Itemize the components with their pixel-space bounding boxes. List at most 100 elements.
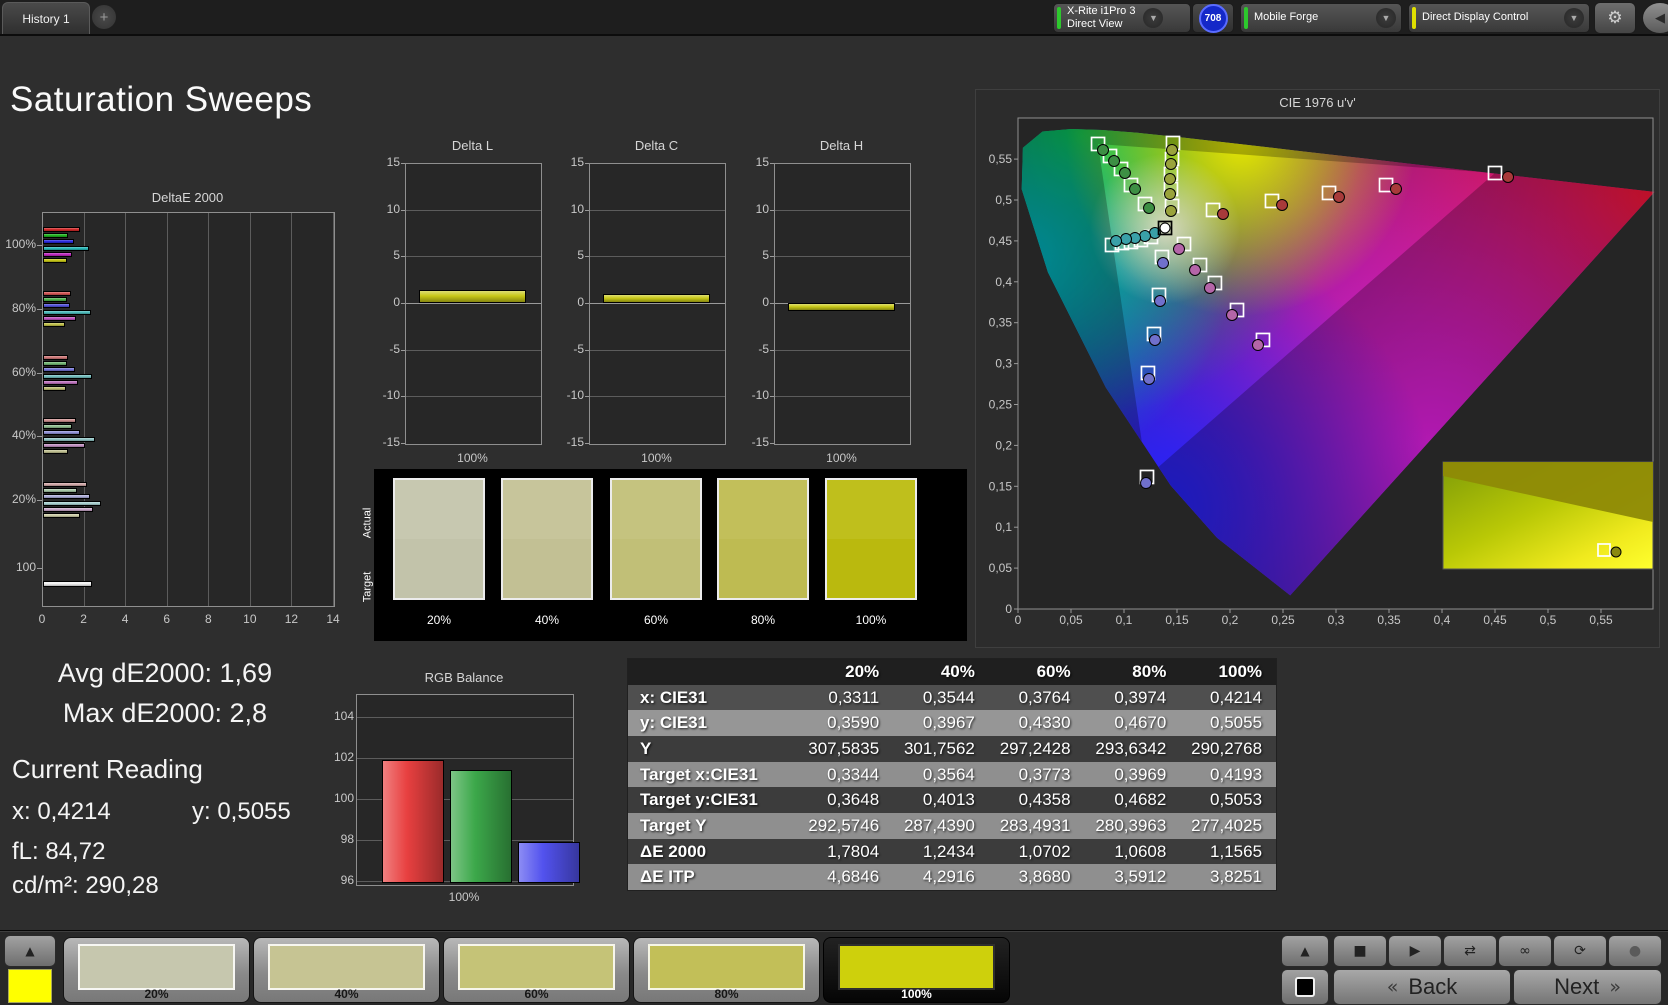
table-cell: 1,7804 bbox=[797, 842, 893, 862]
meter-dropdown[interactable]: X-Rite i1Pro 3 Direct View ▼ bbox=[1053, 3, 1191, 33]
gridline bbox=[590, 210, 725, 211]
de-bar-yellow bbox=[43, 258, 67, 263]
rgb-balance-chart: RGB Balance1041021009896100% bbox=[340, 668, 580, 900]
patch-list-up-button[interactable]: ▲ bbox=[4, 935, 56, 967]
actual-swatch bbox=[827, 480, 915, 539]
cyan-measured-marker bbox=[1111, 235, 1122, 246]
target-axis-label: Target bbox=[361, 572, 373, 603]
de-bar-yellow bbox=[43, 322, 65, 327]
double-chevron-left-icon: « bbox=[1387, 976, 1399, 998]
chevron-left-icon: ◀ bbox=[1655, 10, 1665, 26]
sequence-up-button[interactable]: ▲ bbox=[1281, 935, 1329, 967]
de-bar-cyan bbox=[43, 437, 95, 442]
table-row: Target x:CIE310,33440,35640,37730,39690,… bbox=[628, 762, 1276, 788]
swatch-40% bbox=[501, 478, 593, 600]
de-bar-cyan bbox=[43, 310, 91, 315]
y-tick-label: 5 bbox=[370, 248, 400, 262]
table-header-row: 20%40%60%80%100% bbox=[628, 659, 1276, 685]
meter-count-badge[interactable]: 708 bbox=[1192, 3, 1234, 33]
gridline bbox=[775, 396, 910, 397]
x-tick-label: 14 bbox=[318, 612, 348, 626]
axis-tick bbox=[401, 256, 405, 257]
cie-tick-label: 0,3 bbox=[995, 357, 1012, 371]
display-control-dropdown[interactable]: Direct Display Control ▼ bbox=[1408, 3, 1590, 33]
play-button[interactable]: ▶ bbox=[1388, 935, 1442, 967]
plot-area bbox=[42, 212, 335, 607]
y-tick-label: 102 bbox=[326, 750, 354, 764]
gear-icon: ⚙ bbox=[1607, 8, 1622, 28]
green-measured-marker bbox=[1130, 184, 1141, 195]
step-button[interactable]: ⇄ bbox=[1443, 935, 1497, 967]
cie-tick-label: 0,55 bbox=[1589, 613, 1613, 627]
cie-tick-label: 0,35 bbox=[1377, 613, 1401, 627]
settings-button[interactable]: ⚙ bbox=[1594, 2, 1636, 34]
table-cell: 0,4013 bbox=[893, 790, 989, 810]
y-tick-label: 10 bbox=[370, 202, 400, 216]
axis-tick bbox=[585, 303, 589, 304]
play-icon: ▶ bbox=[1410, 943, 1421, 959]
de-bar-red bbox=[43, 482, 87, 487]
de-bar-red bbox=[43, 227, 80, 232]
axis-tick bbox=[37, 373, 42, 374]
patch-button-20%[interactable]: 20% bbox=[63, 937, 250, 1003]
table-cell: 0,3764 bbox=[989, 688, 1085, 708]
patch-label: 100% bbox=[824, 987, 1009, 1001]
green-measured-marker bbox=[1144, 203, 1155, 214]
patch-swatch bbox=[648, 944, 805, 990]
table-cell: 0,4330 bbox=[989, 713, 1085, 733]
gridline bbox=[208, 213, 209, 606]
source-dropdown[interactable]: Mobile Forge ▼ bbox=[1240, 3, 1402, 33]
infinite-button[interactable]: ∞ bbox=[1498, 935, 1552, 967]
actual-swatch bbox=[719, 480, 807, 539]
table-cell: 3,5912 bbox=[1085, 867, 1181, 887]
table-cell: 283,4931 bbox=[989, 816, 1085, 836]
add-tab-button[interactable]: + bbox=[92, 5, 116, 29]
x-tick-label: 12 bbox=[276, 612, 306, 626]
swatch-80% bbox=[717, 478, 809, 600]
yellow-measured-marker bbox=[1167, 145, 1178, 156]
display-control-status-bar bbox=[1412, 7, 1416, 29]
meter-dropdown-label: X-Rite i1Pro 3 Direct View bbox=[1067, 5, 1135, 31]
axis-tick bbox=[585, 350, 589, 351]
patch-button-100%[interactable]: 100% bbox=[823, 937, 1010, 1003]
table-row: y: CIE310,35900,39670,43300,46700,5055 bbox=[628, 710, 1276, 736]
x-tick-label: 10 bbox=[235, 612, 265, 626]
delta-bar bbox=[419, 290, 526, 303]
patch-window-button[interactable] bbox=[1281, 969, 1329, 1005]
loop-button[interactable]: ⟳ bbox=[1553, 935, 1607, 967]
patch-button-60%[interactable]: 60% bbox=[443, 937, 630, 1003]
de-bar-magenta bbox=[43, 380, 78, 385]
swatch-60% bbox=[610, 478, 702, 600]
calibration-app-window: History 1 + X-Rite i1Pro 3 Direct View ▼… bbox=[0, 0, 1668, 1005]
patch-button-80%[interactable]: 80% bbox=[633, 937, 820, 1003]
delta-bar bbox=[788, 303, 895, 311]
stop-button[interactable]: ■ bbox=[1333, 935, 1387, 967]
patch-button-40%[interactable]: 40% bbox=[253, 937, 440, 1003]
axis-tick bbox=[770, 443, 774, 444]
inset-measured-marker bbox=[1611, 547, 1621, 557]
de-bar-green bbox=[43, 233, 68, 238]
patch-label: 80% bbox=[634, 987, 819, 1001]
back-button[interactable]: « Back bbox=[1333, 969, 1511, 1005]
x-category-label: 100% bbox=[356, 890, 572, 904]
patch-swatch bbox=[78, 944, 235, 990]
table-cell: 1,1565 bbox=[1180, 842, 1276, 862]
display-control-dropdown-label: Direct Display Control bbox=[1422, 11, 1556, 24]
delta-c-chart: Delta C151050-5-10-15100% bbox=[554, 138, 726, 470]
table-header-cell: 100% bbox=[1180, 662, 1276, 682]
gridline bbox=[250, 213, 251, 606]
group-label: 100 bbox=[0, 560, 36, 574]
cyan-measured-marker bbox=[1121, 234, 1132, 245]
collapse-panel-button[interactable]: ◀ bbox=[1642, 2, 1668, 34]
gridline bbox=[125, 213, 126, 606]
current-patch-preview[interactable] bbox=[8, 969, 52, 1003]
white-point-measured-marker bbox=[1160, 223, 1170, 233]
blue-measured-marker bbox=[1155, 296, 1166, 307]
table-cell: 0,5055 bbox=[1180, 713, 1276, 733]
tab-history-1[interactable]: History 1 bbox=[2, 2, 90, 35]
swatch-20% bbox=[393, 478, 485, 600]
cie-tick-label: 0,05 bbox=[989, 561, 1013, 575]
record-button[interactable]: ● bbox=[1608, 935, 1662, 967]
next-button[interactable]: Next » bbox=[1513, 969, 1662, 1005]
cie-tick-label: 0,2 bbox=[995, 438, 1012, 452]
